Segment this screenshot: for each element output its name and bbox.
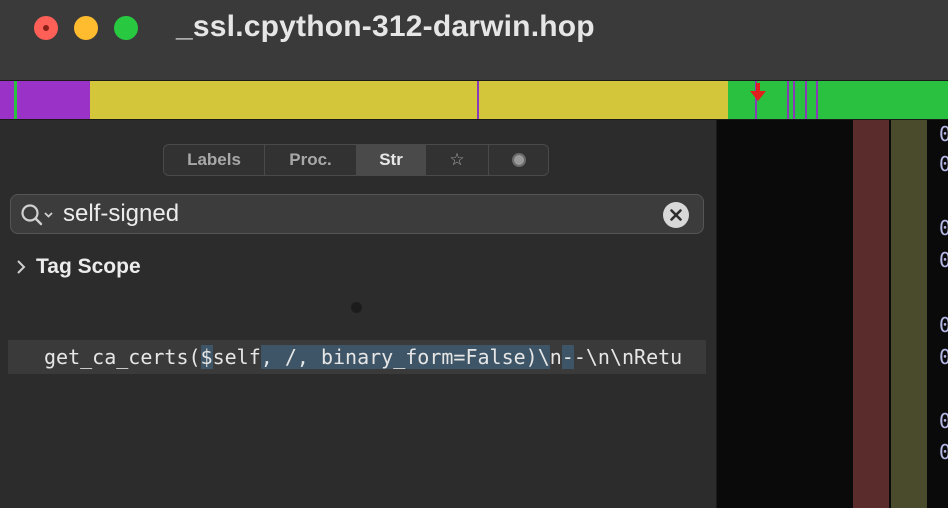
sidebar-tab-control: Labels Proc. Str ☆ [163,144,549,176]
address-text: 0 [939,122,948,146]
tab-labels[interactable]: Labels [164,145,265,175]
nav-marker [477,81,479,119]
sidebar-panel: Labels Proc. Str ☆ Tag Scope ge [0,120,716,508]
nav-marker [793,81,795,119]
navigation-bar[interactable] [0,80,948,120]
address-text: 0 [939,345,948,369]
zoom-window-button[interactable] [114,16,138,40]
segment-color-column [891,120,927,508]
address-text: 0 [939,409,948,433]
nav-marker [787,81,789,119]
search-field[interactable] [10,194,704,234]
search-icon[interactable] [19,202,55,228]
search-input[interactable] [63,195,643,233]
nav-segment-purple[interactable] [17,81,90,119]
disassembly-view[interactable]: 0 0 0 0 0 0 0 0 [716,120,948,508]
tag-scope-label: Tag Scope [36,255,141,278]
loading-indicator [351,302,362,313]
address-text: 0 [939,152,948,176]
address-column: 0 0 0 0 0 0 0 0 [939,120,948,508]
tab-procedures[interactable]: Proc. [265,145,357,175]
chevron-right-icon [17,260,26,274]
address-text: 0 [939,216,948,240]
section-color-column [853,120,889,508]
star-icon: ☆ [449,150,465,169]
title-bar: _ssl.cpython-312-darwin.hop [0,0,948,80]
nav-segment-yellow[interactable] [90,81,728,119]
tag-scope-disclosure[interactable]: Tag Scope [16,252,141,282]
minimize-window-button[interactable] [74,16,98,40]
address-text: 0 [939,248,948,272]
tab-bookmarks[interactable]: ☆ [426,145,489,175]
tab-tags[interactable] [489,145,548,175]
tab-strings[interactable]: Str [357,145,426,175]
string-result-row[interactable]: get_ca_certs($self, /, binary_form=False… [8,340,706,374]
circle-icon [511,153,526,167]
close-icon [670,209,682,221]
nav-marker [805,81,807,119]
window-title: _ssl.cpython-312-darwin.hop [176,10,595,43]
string-result-text: get_ca_certs($self, /, binary_form=False… [44,345,683,369]
address-text: 0 [939,440,948,464]
nav-marker [816,81,818,119]
close-window-button[interactable] [34,16,58,40]
address-text: 0 [939,313,948,337]
clear-search-button[interactable] [663,202,689,228]
nav-segment-purple-start[interactable] [0,81,14,119]
current-position-arrow-icon[interactable] [749,83,767,103]
